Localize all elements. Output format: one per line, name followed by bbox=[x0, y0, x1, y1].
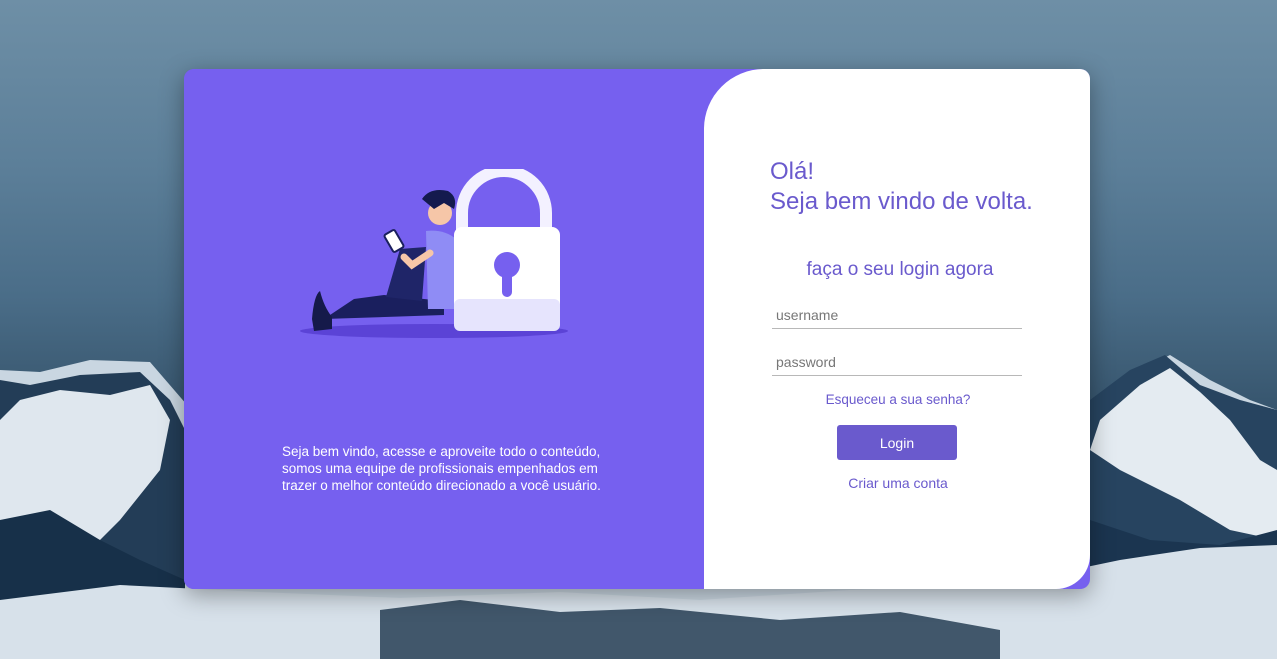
login-subtitle: faça o seu login agora bbox=[806, 259, 994, 280]
greeting-line-2: Seja bem vindo de volta. bbox=[770, 188, 1033, 215]
greeting-heading: Olá! Seja bem vindo de volta. bbox=[770, 157, 1033, 217]
login-button[interactable]: Login bbox=[837, 425, 957, 460]
username-input[interactable] bbox=[772, 301, 1022, 329]
welcome-description: Seja bem vindo, acesse e aproveite todo … bbox=[282, 444, 601, 493]
person-with-lock-illustration bbox=[300, 169, 568, 338]
greeting-line-1: Olá! bbox=[770, 158, 815, 185]
login-panel: Olá! Seja bem vindo de volta. faça o seu… bbox=[704, 69, 1090, 589]
login-card: Seja bem vindo, acesse e aproveite todo … bbox=[184, 69, 1090, 589]
create-account-link[interactable]: Criar uma conta bbox=[704, 475, 1090, 491]
password-input[interactable] bbox=[772, 348, 1022, 376]
welcome-panel: Seja bem vindo, acesse e aproveite todo … bbox=[184, 69, 744, 589]
forgot-password-link[interactable]: Esqueceu a sua senha? bbox=[704, 392, 1090, 407]
